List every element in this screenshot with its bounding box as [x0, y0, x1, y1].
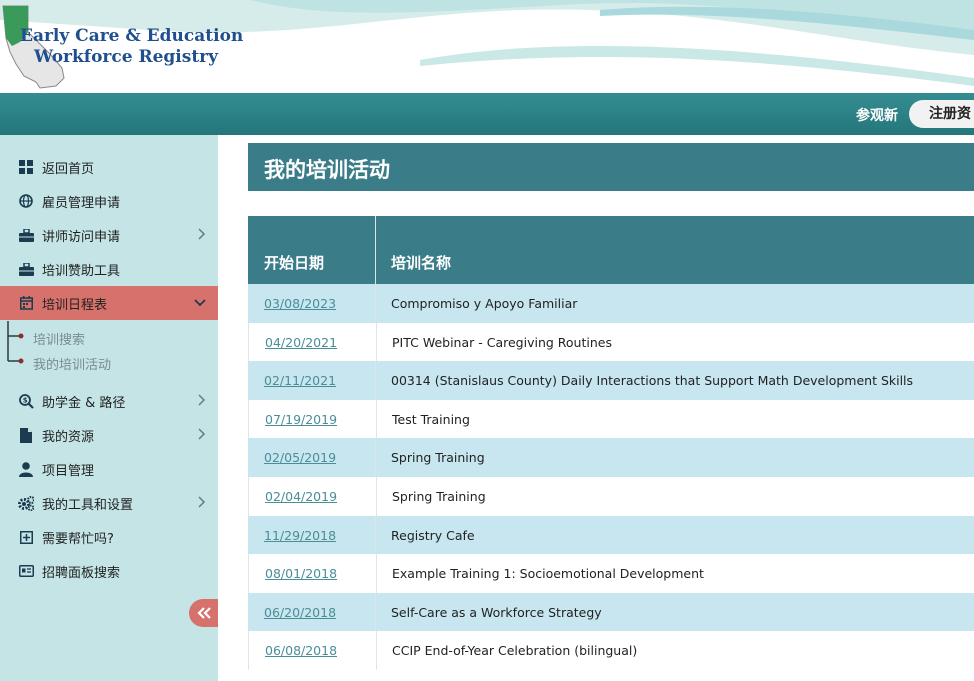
submenu-tree-lines: [7, 321, 24, 364]
sidebar-item-home[interactable]: 返回首页: [0, 150, 218, 184]
sidebar-item-label: 培训日程表: [42, 297, 108, 313]
table-row: 11/29/2018 Registry Cafe: [248, 515, 974, 555]
page-title-bar: 我的培训活动: [248, 143, 974, 191]
dashboard-icon: [18, 159, 34, 175]
row-training-name: Registry Cafe: [391, 527, 475, 543]
column-header-training-name[interactable]: 培训名称: [391, 252, 451, 273]
cell-divider: [375, 592, 376, 632]
money-search-icon: $: [18, 393, 34, 409]
table-row: 02/04/2019 Spring Training: [248, 476, 974, 516]
row-date-link[interactable]: 06/20/2018: [264, 605, 336, 620]
row-date-link[interactable]: 07/19/2019: [265, 412, 337, 427]
user-icon: [18, 461, 34, 477]
sidebar-item-employer-request[interactable]: 雇员管理申请: [0, 184, 218, 218]
row-training-name: Compromiso y Apoyo Familiar: [391, 296, 578, 311]
sidebar-item-label: 需要帮忙吗?: [42, 531, 114, 547]
sidebar-item-job-board-search[interactable]: 招聘面板搜索: [0, 554, 218, 588]
calendar-icon: [18, 295, 34, 311]
sidebar-item-label: 培训赞助工具: [42, 263, 121, 279]
row-training-name: PITC Webinar - Caregiving Routines: [392, 334, 612, 350]
cell-divider: [376, 631, 377, 670]
tour-link[interactable]: 参观新: [856, 105, 898, 125]
row-training-name: Spring Training: [391, 450, 485, 466]
sidebar-item-label: 返回首页: [42, 161, 95, 177]
cell-divider: [376, 322, 377, 362]
sidebar-item-training-calendar[interactable]: 培训日程表: [0, 286, 218, 320]
svg-text:$: $: [22, 396, 27, 404]
chevron-right-icon: [198, 394, 206, 410]
gears-icon: [18, 495, 34, 511]
row-date-link[interactable]: 11/29/2018: [264, 528, 336, 543]
row-date-link[interactable]: 03/08/2023: [264, 296, 336, 311]
row-training-name: Spring Training: [392, 488, 486, 504]
row-date-link[interactable]: 02/05/2019: [264, 450, 336, 465]
logo-line-2: Workforce Registry: [34, 47, 219, 67]
sidebar-item-label: 我的资源: [42, 429, 95, 445]
chevron-down-icon: [194, 296, 206, 311]
sidebar-item-my-resources[interactable]: 我的资源: [0, 418, 218, 452]
row-training-name: Self-Care as a Workforce Strategy: [391, 604, 602, 620]
cell-divider: [375, 438, 376, 477]
row-training-name: 00314 (Stanislaus County) Daily Interact…: [391, 373, 914, 389]
registry-logo-text[interactable]: Early Care & Education Workforce Registr…: [20, 26, 243, 68]
submenu-item-training-search[interactable]: 培训搜索: [33, 329, 85, 348]
file-icon: [18, 427, 34, 443]
cell-divider: [376, 554, 377, 593]
logo-line-1: Early Care & Education: [20, 26, 244, 46]
cell-divider: [376, 399, 377, 439]
sidebar-item-label: 招聘面板搜索: [42, 565, 121, 581]
table-row: 06/08/2018 CCIP End-of-Year Celebration …: [248, 631, 974, 670]
column-header-start-date[interactable]: 开始日期: [264, 252, 324, 273]
cell-divider: [375, 361, 376, 400]
row-date-link[interactable]: 06/08/2018: [265, 643, 337, 658]
plus-square-icon: [18, 529, 34, 545]
sidebar-item-need-help[interactable]: 需要帮忙吗?: [0, 520, 218, 554]
site-header: Early Care & Education Workforce Registr…: [0, 0, 974, 93]
row-date-link[interactable]: 04/20/2021: [265, 335, 337, 350]
toolbox-icon: [18, 227, 34, 243]
row-date-link[interactable]: 02/11/2021: [264, 373, 336, 388]
toolbox-icon: [18, 261, 34, 277]
cell-divider: [375, 515, 376, 555]
sidebar-item-label: 项目管理: [42, 463, 95, 479]
register-button[interactable]: 注册资: [909, 100, 974, 128]
chevron-right-icon: [198, 428, 206, 444]
row-training-name: Example Training 1: Socioemotional Devel…: [392, 566, 704, 582]
sidebar-item-label: 讲师访问申请: [42, 229, 121, 245]
collapse-sidebar-button[interactable]: [189, 599, 218, 627]
row-training-name: CCIP End-of-Year Celebration (bilingual): [392, 643, 638, 659]
sidebar-item-label: 雇员管理申请: [42, 195, 121, 211]
row-date-link[interactable]: 02/04/2019: [265, 489, 337, 504]
table-row: 02/11/2021 00314 (Stanislaus County) Dai…: [248, 361, 974, 400]
globe-icon: [18, 193, 34, 209]
sidebar-item-label: 助学金 & 路径: [42, 395, 126, 411]
table-row: 06/20/2018 Self-Care as a Workforce Stra…: [248, 592, 974, 632]
submenu-item-my-training[interactable]: 我的培训活动: [33, 354, 111, 373]
cell-divider: [375, 284, 376, 323]
table-row: 02/05/2019 Spring Training: [248, 438, 974, 477]
row-date-link[interactable]: 08/01/2018: [265, 566, 337, 581]
table-header: 开始日期 培训名称: [248, 216, 974, 284]
table-row: 04/20/2021 PITC Webinar - Caregiving Rou…: [248, 322, 974, 362]
sidebar-item-sponsor-tools[interactable]: 培训赞助工具: [0, 252, 218, 286]
table-row: 08/01/2018 Example Training 1: Socioemot…: [248, 554, 974, 593]
cell-divider: [376, 476, 377, 516]
sidebar-item-trainer-access[interactable]: 讲师访问申请: [0, 218, 218, 252]
table-row: 03/08/2023 Compromiso y Apoyo Familiar: [248, 284, 974, 323]
chevron-right-icon: [198, 228, 206, 244]
table-row: 07/19/2019 Test Training: [248, 399, 974, 439]
double-chevron-left-icon: [196, 604, 211, 623]
sidebar: 返回首页 雇员管理申请 讲师访问申请 培训赞助工具 培训日程表 培训搜索 我的培…: [0, 135, 218, 681]
row-training-name: Test Training: [392, 411, 470, 427]
top-nav-bar: 参观新 注册资: [0, 93, 974, 135]
sidebar-item-label: 我的工具和设置: [42, 497, 134, 513]
sidebar-item-tools-settings[interactable]: 我的工具和设置: [0, 486, 218, 520]
chevron-right-icon: [198, 496, 206, 512]
sidebar-item-scholarships[interactable]: $ 助学金 & 路径: [0, 384, 218, 418]
header-divider: [375, 216, 376, 284]
training-table: 开始日期 培训名称 03/08/2023 Compromiso y Apoyo …: [248, 216, 974, 670]
id-card-icon: [18, 563, 34, 579]
page-title: 我的培训活动: [264, 158, 390, 182]
sidebar-item-project-management[interactable]: 项目管理: [0, 452, 218, 486]
